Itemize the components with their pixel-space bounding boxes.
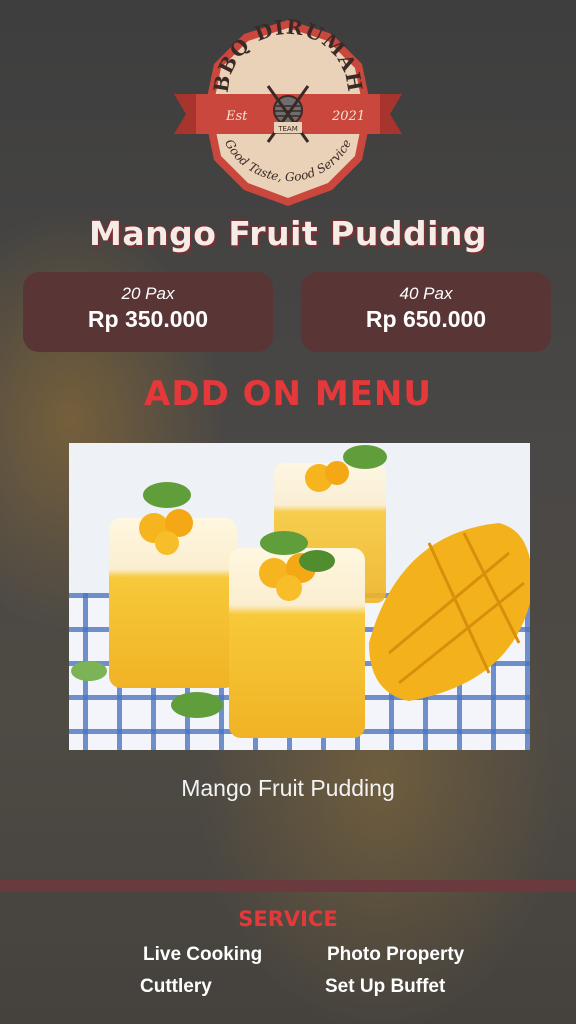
- logo-est-label: Est: [225, 109, 248, 124]
- price-card-20-pax: 20 Pax Rp 350.000: [23, 272, 273, 352]
- pax-label: 40 Pax: [399, 284, 453, 303]
- pax-label: 20 Pax: [121, 284, 175, 303]
- divider: [0, 880, 576, 892]
- brand-logo: BBQ DIRUMAH Est 2021 TEAM Good Taste, Go…: [172, 15, 404, 212]
- photo-caption: Mango Fruit Pudding: [181, 775, 395, 801]
- service-heading: SERVICE: [238, 907, 338, 931]
- page-title: Mango Fruit Pudding: [88, 214, 487, 253]
- logo-year: 2021: [331, 109, 365, 124]
- product-photo: [69, 443, 530, 750]
- price-amount: Rp 350.000: [87, 306, 209, 332]
- price-amount: Rp 650.000: [365, 306, 487, 332]
- service-item-set-up-buffet: Set Up Buffet: [325, 976, 446, 997]
- price-card-40-pax: 40 Pax Rp 650.000: [301, 272, 551, 352]
- service-item-photo-property: Photo Property: [327, 944, 465, 965]
- service-item-cuttlery: Cuttlery: [140, 976, 212, 997]
- logo-team: TEAM: [277, 125, 298, 133]
- add-on-heading: ADD ON MENU: [144, 374, 432, 414]
- service-item-live-cooking: Live Cooking: [143, 944, 263, 965]
